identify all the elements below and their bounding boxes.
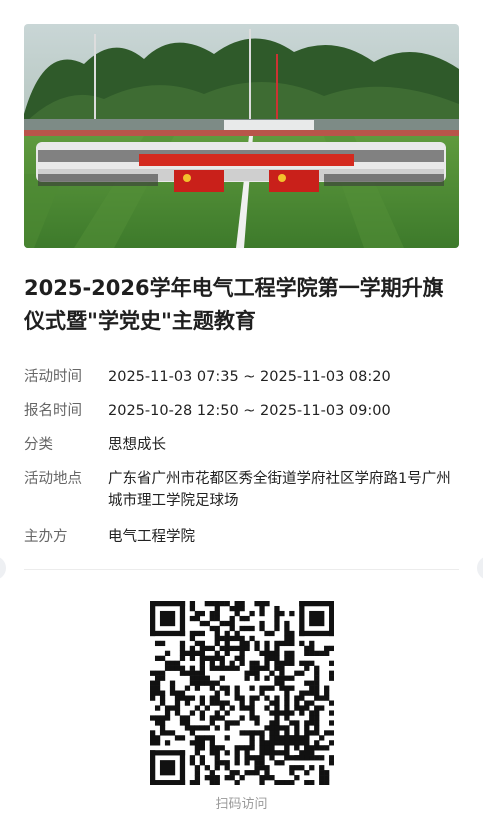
info-value: 广东省广州市花都区秀全街道学府社区学府路1号广州城市理工学院足球场 (108, 471, 451, 509)
info-label: 报名时间 (24, 403, 82, 419)
divider (24, 569, 459, 570)
info-value: 2025-11-03 07:35 ~ 2025-11-03 08:20 (108, 369, 391, 385)
info-row-location: 活动地点 广东省广州市花都区秀全街道学府社区学府路1号广州城市理工学院足球场 (24, 468, 464, 512)
qr-caption: 扫码访问 (215, 797, 268, 812)
event-photo (24, 24, 459, 248)
info-label: 主办方 (24, 529, 68, 545)
info-row-organizer: 主办方 电气工程学院 (24, 526, 195, 548)
info-row-signup-time: 报名时间 2025-10-28 12:50 ~ 2025-11-03 09:00 (24, 400, 391, 422)
info-label: 活动时间 (24, 369, 82, 385)
event-card: 2025-2026学年电气工程学院第一学期升旗仪式暨"学党史"主题教育 活动时间… (0, 0, 483, 837)
ticket-notch-right (477, 556, 483, 580)
info-value: 2025-10-28 12:50 ~ 2025-11-03 09:00 (108, 403, 391, 419)
info-label: 活动地点 (24, 471, 82, 487)
event-photo-image (24, 24, 459, 248)
info-row-activity-time: 活动时间 2025-11-03 07:35 ~ 2025-11-03 08:20 (24, 366, 391, 388)
event-title: 2025-2026学年电气工程学院第一学期升旗仪式暨"学党史"主题教育 (24, 276, 444, 333)
qr-code-image (150, 601, 334, 785)
ticket-notch-left (0, 556, 6, 580)
qr-code[interactable] (150, 601, 334, 785)
info-value: 电气工程学院 (108, 529, 195, 545)
info-label: 分类 (24, 437, 53, 453)
info-row-category: 分类 思想成长 (24, 434, 166, 456)
info-value: 思想成长 (108, 437, 166, 453)
